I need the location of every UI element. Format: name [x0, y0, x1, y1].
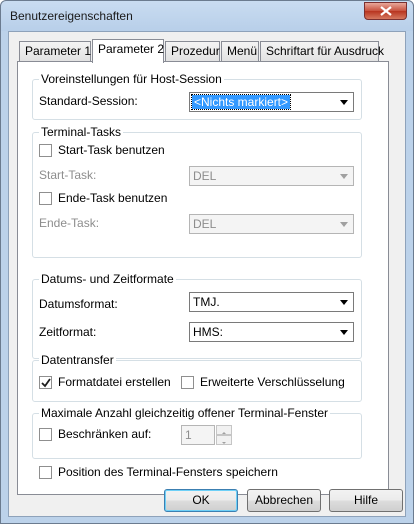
tab-panel-parameter-2: Voreinstellungen für Host-Session Standa…	[17, 61, 389, 495]
window-title: Benutzereigenschaften	[10, 9, 133, 23]
tab-label: Parameter 2	[98, 42, 165, 56]
date-format-label: Datumsformat:	[39, 297, 118, 311]
time-format-combo[interactable]: HMS:	[189, 322, 354, 342]
chevron-down-icon	[340, 300, 348, 305]
combo-value: HMS:	[193, 325, 223, 339]
chevron-down-icon	[340, 100, 348, 105]
combo-value: <Nichts markiert>	[190, 94, 292, 110]
group-title: Terminal-Tasks	[39, 125, 124, 139]
chevron-down-icon	[222, 442, 226, 444]
tab-label: Parameter 1	[25, 44, 92, 58]
dialog-client: Parameter 1 Parameter 2 Prozedur Menü Sc…	[8, 31, 406, 517]
combo-value: TMJ.	[193, 295, 220, 309]
ok-button[interactable]: OK	[164, 489, 238, 512]
close-button[interactable]	[364, 2, 407, 20]
tab-prozedur[interactable]: Prozedur	[165, 41, 220, 61]
tab-parameter-2[interactable]: Parameter 2	[92, 39, 164, 63]
end-task-combo[interactable]: DEL	[189, 214, 354, 234]
start-task-checkbox-label: Start-Task benutzen	[58, 143, 165, 157]
tab-label: Menü	[227, 44, 258, 58]
end-task-checkbox[interactable]	[39, 192, 52, 205]
extended-encryption-checkbox[interactable]	[181, 376, 194, 389]
end-task-label: Ende-Task:	[39, 216, 100, 230]
cancel-button[interactable]: Abbrechen	[247, 489, 321, 512]
group-title: Datentransfer	[39, 353, 116, 367]
start-task-checkbox[interactable]	[39, 144, 52, 157]
group-title: Datums- und Zeitformate	[39, 272, 176, 286]
combo-value: DEL	[193, 217, 217, 231]
help-button[interactable]: Hilfe	[329, 489, 403, 512]
end-task-checkbox-label: Ende-Task benutzen	[58, 191, 168, 205]
spin-up-button[interactable]	[216, 425, 232, 435]
spin-value: 1	[185, 428, 192, 442]
start-task-label: Start-Task:	[39, 168, 97, 182]
tab-parameter-1[interactable]: Parameter 1	[19, 41, 91, 61]
tab-menu[interactable]: Menü	[221, 41, 259, 61]
chevron-down-icon	[340, 330, 348, 335]
save-position-checkbox[interactable]	[39, 466, 52, 479]
time-format-label: Zeitformat:	[39, 325, 97, 339]
save-position-label: Position des Terminal-Fensters speichern	[58, 465, 278, 479]
limit-spin-input[interactable]: 1	[181, 425, 215, 445]
group-title: Voreinstellungen für Host-Session	[39, 72, 224, 86]
date-format-combo[interactable]: TMJ.	[189, 292, 354, 312]
format-file-label: Formatdatei erstellen	[58, 375, 171, 389]
spin-down-button[interactable]	[216, 435, 232, 445]
title-bar: Benutzereigenschaften	[1, 1, 413, 31]
checkmark-icon	[41, 378, 51, 388]
tab-label: Prozedur	[171, 44, 220, 58]
standard-session-combo[interactable]: <Nichts markiert>	[189, 92, 354, 112]
group-date-time: Datums- und Zeitformate	[32, 272, 362, 359]
limit-label: Beschränken auf:	[58, 427, 152, 441]
chevron-down-icon	[340, 222, 348, 227]
close-icon	[380, 6, 392, 16]
limit-spinner	[216, 425, 232, 445]
group-title: Maximale Anzahl gleichzeitig offener Ter…	[39, 406, 331, 420]
format-file-checkbox[interactable]	[39, 376, 52, 389]
chevron-down-icon	[340, 174, 348, 179]
tab-label: Schriftart für Ausdruck	[266, 44, 385, 58]
combo-value: DEL	[193, 169, 217, 183]
dialog-window: Benutzereigenschaften Parameter 1 Parame…	[0, 0, 414, 524]
standard-session-label: Standard-Session:	[39, 94, 138, 108]
limit-checkbox[interactable]	[39, 428, 52, 441]
extended-encryption-label: Erweiterte Verschlüsselung	[200, 375, 345, 389]
start-task-combo[interactable]: DEL	[189, 166, 354, 186]
tab-schriftart[interactable]: Schriftart für Ausdruck	[260, 41, 384, 61]
